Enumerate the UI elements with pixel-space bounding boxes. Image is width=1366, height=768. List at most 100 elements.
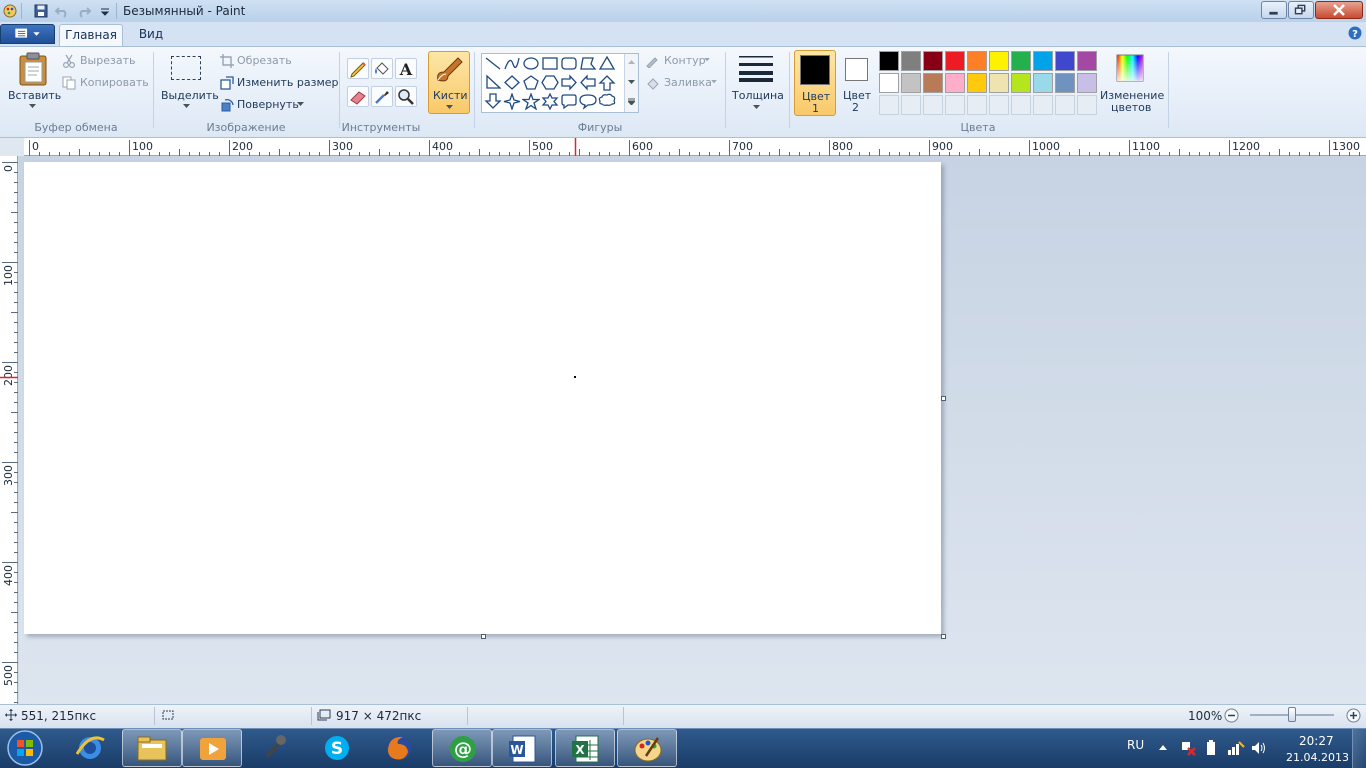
resize-button[interactable]: Изменить размер (237, 76, 339, 89)
taskbar-paint-button[interactable] (617, 729, 677, 767)
text-tool-button[interactable]: A (395, 58, 417, 79)
taskbar-mail-agent-button[interactable]: @ (432, 729, 492, 767)
canvas-resize-handle-bottom[interactable] (481, 634, 486, 639)
color1-button[interactable]: Цвет 1 (794, 50, 836, 116)
internet-explorer-icon[interactable] (74, 732, 106, 764)
outline-button[interactable]: Контур (664, 54, 706, 67)
color2-button[interactable]: Цвет 2 (838, 50, 876, 116)
brushes-button[interactable]: Кисти (428, 51, 470, 114)
zoom-in-icon[interactable] (1346, 708, 1361, 723)
fill-shape-button[interactable]: Заливка (664, 76, 712, 89)
shape-up-arrow-icon[interactable] (598, 74, 616, 91)
taskbar-word-button[interactable]: W (492, 729, 552, 767)
scroll-up-icon[interactable] (628, 59, 635, 64)
palette-swatch[interactable] (901, 73, 921, 93)
close-button[interactable] (1315, 1, 1363, 19)
tab-view[interactable]: Вид (131, 24, 171, 46)
drawing-canvas[interactable] (24, 162, 941, 634)
shape-hexagon-icon[interactable] (541, 74, 559, 91)
palette-custom-slot[interactable] (879, 95, 899, 115)
shape-five-point-star-icon[interactable] (522, 93, 540, 110)
fill-tool-button[interactable] (371, 58, 393, 79)
palette-swatch[interactable] (967, 73, 987, 93)
palette-swatch[interactable] (1055, 51, 1075, 71)
shape-six-point-star-icon[interactable] (541, 93, 559, 110)
rotate-button[interactable]: Повернуть (237, 98, 299, 111)
action-center-icon[interactable] (1180, 740, 1196, 756)
palette-custom-slot[interactable] (1033, 95, 1053, 115)
select-button[interactable]: Выделить (158, 50, 219, 116)
paint-menu-button[interactable] (0, 24, 55, 44)
palette-swatch[interactable] (879, 51, 899, 71)
firefox-icon[interactable] (383, 732, 415, 764)
scroll-down-icon[interactable] (628, 80, 635, 85)
palette-swatch[interactable] (1077, 73, 1097, 93)
pencil-tool-button[interactable] (347, 58, 369, 79)
restore-button[interactable] (1288, 1, 1314, 19)
shape-curve-icon[interactable] (503, 55, 521, 72)
canvas-resize-handle-corner[interactable] (941, 634, 946, 639)
palette-custom-slot[interactable] (1011, 95, 1031, 115)
paste-button[interactable]: Вставить (5, 50, 61, 116)
shape-cloud-callout-icon[interactable] (598, 93, 616, 110)
copy-button[interactable]: Копировать (80, 76, 149, 89)
shape-line-icon[interactable] (484, 55, 502, 72)
palette-custom-slot[interactable] (989, 95, 1009, 115)
shape-right-triangle-icon[interactable] (484, 74, 502, 91)
cut-button[interactable]: Вырезать (80, 54, 135, 67)
palette-custom-slot[interactable] (1055, 95, 1075, 115)
gallery-expand-icon[interactable] (628, 98, 635, 105)
palette-swatch[interactable] (923, 51, 943, 71)
tab-home[interactable]: Главная (59, 24, 123, 46)
palette-swatch[interactable] (967, 51, 987, 71)
customize-quick-access-icon[interactable] (97, 3, 113, 19)
skype-icon[interactable]: S (321, 732, 353, 764)
shape-left-arrow-icon[interactable] (579, 74, 597, 91)
palette-swatch[interactable] (1033, 51, 1053, 71)
shape-four-point-star-icon[interactable] (503, 93, 521, 110)
shape-rounded-callout-icon[interactable] (560, 93, 578, 110)
palette-swatch[interactable] (989, 73, 1009, 93)
zoom-out-icon[interactable] (1224, 708, 1239, 723)
shape-down-arrow-icon[interactable] (484, 93, 502, 110)
clock-time[interactable]: 20:27 (1299, 734, 1334, 748)
taskbar-excel-button[interactable]: X (555, 729, 615, 767)
start-orb-icon[interactable] (6, 729, 44, 767)
shape-diamond-icon[interactable] (503, 74, 521, 91)
shape-oval-icon[interactable] (522, 55, 540, 72)
shape-polygon-icon[interactable] (579, 55, 597, 72)
shape-oval-callout-icon[interactable] (579, 93, 597, 110)
palette-swatch[interactable] (879, 73, 899, 93)
palette-swatch[interactable] (989, 51, 1009, 71)
palette-swatch[interactable] (945, 51, 965, 71)
canvas-resize-handle-right[interactable] (941, 396, 946, 401)
shapes-gallery[interactable] (481, 53, 639, 113)
network-icon[interactable] (1227, 740, 1245, 756)
palette-swatch[interactable] (1055, 73, 1075, 93)
taskbar-media-button[interactable] (182, 729, 242, 767)
size-button[interactable]: Толщина (730, 51, 784, 114)
clock-date[interactable]: 21.04.2013 (1286, 751, 1349, 764)
eraser-tool-button[interactable] (347, 86, 369, 107)
shape-rounded-rectangle-icon[interactable] (560, 55, 578, 72)
show-desktop-button[interactable] (1352, 729, 1366, 768)
shape-triangle-icon[interactable] (598, 55, 616, 72)
palette-custom-slot[interactable] (1077, 95, 1097, 115)
palette-swatch[interactable] (1011, 51, 1031, 71)
shape-right-arrow-icon[interactable] (560, 74, 578, 91)
palette-swatch[interactable] (901, 51, 921, 71)
microphone-icon[interactable] (258, 732, 290, 764)
language-indicator[interactable]: RU (1127, 738, 1144, 752)
palette-custom-slot[interactable] (901, 95, 921, 115)
palette-swatch[interactable] (1077, 51, 1097, 71)
show-hidden-icons-icon[interactable] (1158, 743, 1168, 751)
redo-icon[interactable] (76, 3, 92, 19)
palette-swatch[interactable] (945, 73, 965, 93)
palette-custom-slot[interactable] (967, 95, 987, 115)
magnifier-tool-button[interactable] (395, 86, 417, 107)
paint-app-icon[interactable] (2, 3, 18, 19)
zoom-slider-thumb[interactable] (1288, 707, 1296, 722)
volume-icon[interactable] (1251, 740, 1267, 756)
undo-icon[interactable] (54, 3, 70, 19)
palette-swatch[interactable] (923, 73, 943, 93)
